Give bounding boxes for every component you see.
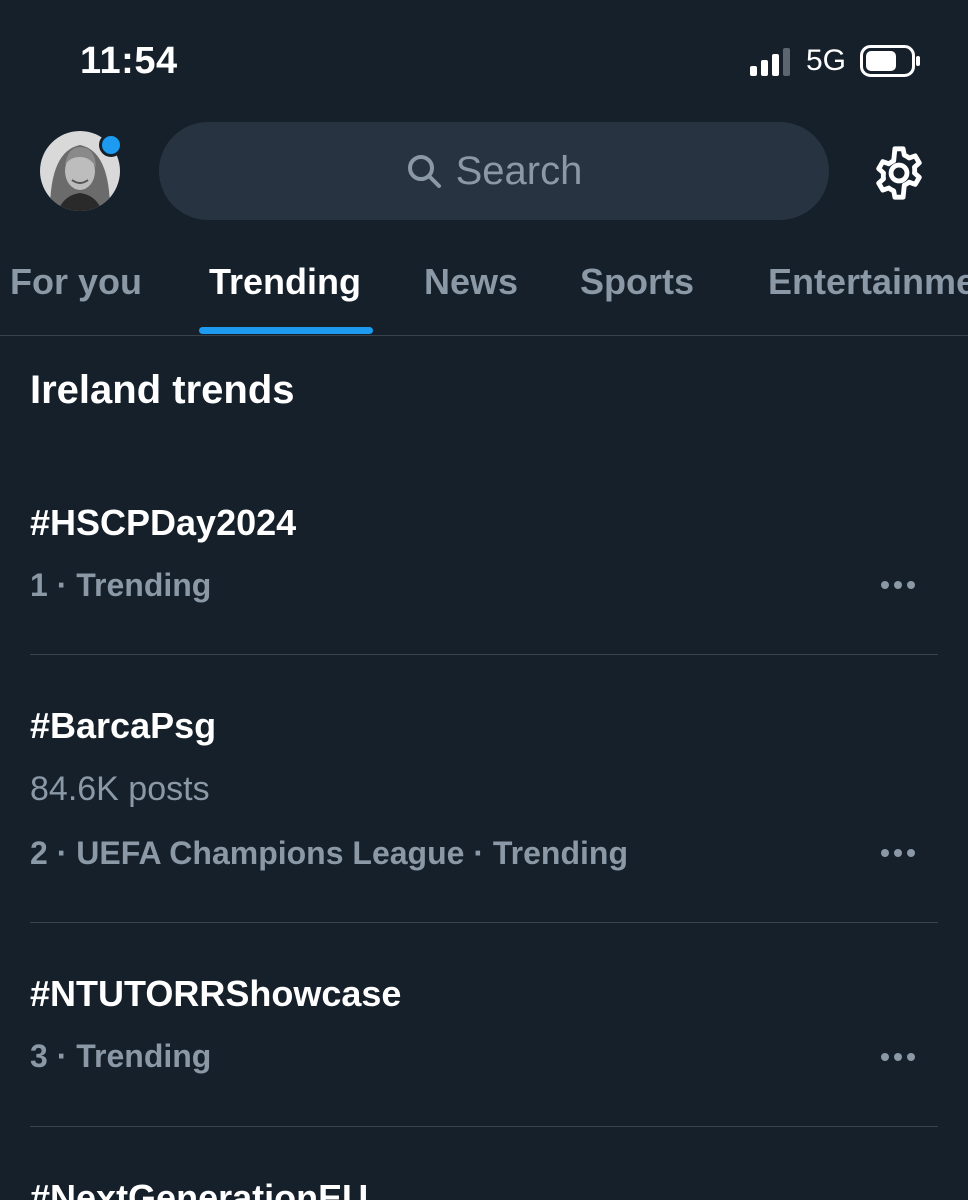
tab-trending[interactable]: Trending — [209, 261, 361, 303]
more-icon[interactable] — [880, 1052, 916, 1062]
trend-item[interactable]: #BarcaPsg 84.6K posts 2 · UEFA Champions… — [30, 655, 938, 922]
tab-news[interactable]: News — [424, 261, 518, 303]
tab-bar: For you Trending News Sports Entertainme — [0, 245, 968, 336]
more-icon[interactable] — [880, 848, 916, 858]
more-icon[interactable] — [880, 580, 916, 590]
trend-hashtag: #HSCPDay2024 — [30, 502, 297, 543]
trend-hashtag: #NTUTORRShowcase — [30, 973, 402, 1014]
trend-item[interactable]: #HSCPDay2024 1 · Trending — [30, 470, 938, 654]
search-icon — [407, 155, 441, 188]
trend-hashtag: #NextGenerationEU — [30, 1177, 369, 1200]
search-input[interactable]: Search — [159, 122, 829, 220]
battery-icon — [860, 45, 920, 77]
section-title: Ireland trends — [30, 368, 295, 412]
signal-icon — [750, 48, 790, 76]
trend-post-count: 84.6K posts — [30, 770, 210, 808]
tab-for-you[interactable]: For you — [10, 261, 142, 303]
trend-item[interactable]: #NextGenerationEU — [30, 1127, 938, 1200]
network-type: 5G — [806, 44, 847, 77]
search-placeholder: Search — [455, 148, 583, 193]
status-bar: 11:54 5G — [0, 0, 968, 120]
tab-sports[interactable]: Sports — [580, 261, 694, 303]
status-time: 11:54 — [80, 40, 178, 82]
trend-meta: 2 · UEFA Champions League · Trending — [30, 835, 628, 871]
gear-icon[interactable] — [870, 144, 928, 202]
tab-entertainment[interactable]: Entertainme — [768, 261, 968, 303]
trend-meta: 1 · Trending — [30, 567, 212, 603]
trend-hashtag: #BarcaPsg — [30, 705, 217, 746]
notification-dot — [99, 133, 123, 157]
active-tab-indicator — [199, 327, 373, 334]
trend-item[interactable]: #NTUTORRShowcase 3 · Trending — [30, 923, 938, 1126]
trend-meta: 3 · Trending — [30, 1038, 212, 1074]
